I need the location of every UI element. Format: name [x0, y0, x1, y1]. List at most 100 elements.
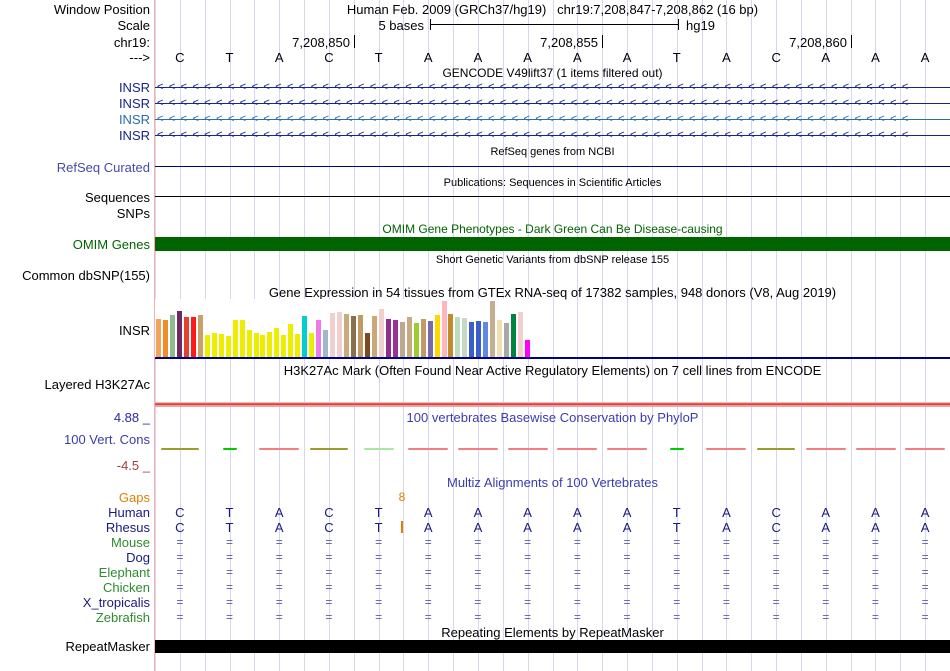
- dbsnp-track-label[interactable]: Common dbSNP(155): [22, 268, 150, 283]
- gtex-bar[interactable]: [442, 301, 447, 357]
- gtex-bar[interactable]: [302, 316, 307, 357]
- snps-track-label[interactable]: SNPs: [117, 206, 150, 221]
- multiz-species-label-rhesus[interactable]: Rhesus: [106, 520, 150, 535]
- sequences-line[interactable]: [155, 196, 950, 197]
- gtex-bar[interactable]: [260, 335, 265, 357]
- reference-base: A: [453, 50, 503, 65]
- multiz-gap-mark: =: [354, 580, 404, 595]
- gtex-bar[interactable]: [428, 321, 433, 357]
- repeatmasker-element-bar[interactable]: [155, 640, 950, 653]
- multiz-species-label-dog[interactable]: Dog: [126, 550, 150, 565]
- gtex-bar[interactable]: [407, 317, 412, 357]
- gtex-bar[interactable]: [337, 312, 342, 357]
- gtex-bar[interactable]: [330, 313, 335, 357]
- multiz-aligned-base: A: [801, 505, 851, 520]
- gencode-gene-label[interactable]: INSR: [119, 128, 150, 143]
- gtex-bar[interactable]: [414, 323, 419, 357]
- multiz-aligned-base: A: [553, 520, 603, 535]
- gtex-bar[interactable]: [267, 332, 272, 357]
- multiz-aligned-base: A: [702, 520, 752, 535]
- gtex-bar[interactable]: [351, 316, 356, 357]
- gtex-bar[interactable]: [462, 318, 467, 357]
- gencode-gene-row[interactable]: <<<<<<<<<<<<<<<<<<<<<<<<<<<<<<<<<<<<<<<<…: [155, 128, 950, 143]
- gtex-bar[interactable]: [156, 319, 161, 357]
- gtex-bar[interactable]: [483, 322, 488, 357]
- multiz-gap-mark: =: [304, 565, 354, 580]
- gtex-bar[interactable]: [358, 315, 363, 357]
- multiz-species-label-mouse[interactable]: Mouse: [111, 535, 150, 550]
- multiz-gaps-label[interactable]: Gaps: [119, 490, 150, 505]
- gtex-bar[interactable]: [372, 316, 377, 357]
- sequences-track-label[interactable]: Sequences: [85, 190, 150, 205]
- gtex-bar[interactable]: [247, 330, 252, 357]
- phylop-track-label[interactable]: 100 Vert. Cons: [64, 432, 150, 447]
- gtex-bar[interactable]: [400, 322, 405, 357]
- gtex-bar[interactable]: [525, 340, 530, 357]
- gtex-bar[interactable]: [365, 333, 370, 357]
- gtex-bar[interactable]: [288, 324, 293, 357]
- omim-track-title: OMIM Gene Phenotypes - Dark Green Can Be…: [155, 222, 950, 237]
- gtex-bar[interactable]: [163, 320, 168, 357]
- repeatmasker-track-label[interactable]: RepeatMasker: [65, 639, 150, 654]
- gtex-bar[interactable]: [497, 320, 502, 357]
- multiz-gap-mark: =: [453, 565, 503, 580]
- gtex-bar[interactable]: [212, 333, 217, 357]
- h3k27ac-signal-band[interactable]: [155, 402, 950, 407]
- multiz-species-label-chicken[interactable]: Chicken: [103, 580, 150, 595]
- gtex-bar[interactable]: [219, 334, 224, 357]
- gtex-bar[interactable]: [323, 330, 328, 357]
- multiz-species-label-x_tropicalis[interactable]: X_tropicalis: [83, 595, 150, 610]
- refseq-gene-line[interactable]: [155, 166, 950, 167]
- gtex-bar[interactable]: [205, 335, 210, 357]
- gencode-gene-label[interactable]: INSR: [119, 96, 150, 111]
- gtex-bar[interactable]: [240, 320, 245, 357]
- gtex-bar[interactable]: [184, 317, 189, 357]
- gtex-bar[interactable]: [421, 319, 426, 357]
- gencode-gene-row[interactable]: <<<<<<<<<<<<<<<<<<<<<<<<<<<<<<<<<<<<<<<<…: [155, 80, 950, 95]
- omim-genes-track-label[interactable]: OMIM Genes: [73, 237, 150, 252]
- refseq-track-title: RefSeq genes from NCBI: [155, 145, 950, 160]
- gtex-bar[interactable]: [455, 317, 460, 357]
- gtex-bar[interactable]: [511, 314, 516, 357]
- gtex-bar[interactable]: [435, 315, 440, 357]
- gtex-bar[interactable]: [490, 301, 495, 357]
- gtex-bar[interactable]: [226, 336, 231, 357]
- gtex-bar[interactable]: [504, 323, 509, 357]
- gencode-gene-row[interactable]: <<<<<<<<<<<<<<<<<<<<<<<<<<<<<<<<<<<<<<<<…: [155, 112, 950, 127]
- gencode-gene-row[interactable]: <<<<<<<<<<<<<<<<<<<<<<<<<<<<<<<<<<<<<<<<…: [155, 96, 950, 111]
- reference-base: A: [900, 50, 950, 65]
- gtex-bar[interactable]: [386, 319, 391, 357]
- multiz-gap-mark: =: [403, 610, 453, 625]
- multiz-species-label-elephant[interactable]: Elephant: [99, 565, 150, 580]
- gtex-bar[interactable]: [316, 320, 321, 357]
- gtex-bar[interactable]: [170, 315, 175, 357]
- refseq-curated-track-label[interactable]: RefSeq Curated: [57, 160, 150, 175]
- gtex-bar[interactable]: [393, 320, 398, 357]
- gencode-gene-label[interactable]: INSR: [119, 80, 150, 95]
- gtex-bar[interactable]: [177, 311, 182, 357]
- gencode-gene-label[interactable]: INSR: [119, 112, 150, 127]
- gtex-bar[interactable]: [198, 315, 203, 357]
- gtex-bar[interactable]: [379, 309, 384, 357]
- gtex-gene-label[interactable]: INSR: [119, 323, 150, 338]
- multiz-species-label-zebrafish[interactable]: Zebrafish: [96, 610, 150, 625]
- multiz-species-label-human[interactable]: Human: [108, 505, 150, 520]
- gtex-bar[interactable]: [448, 314, 453, 357]
- gtex-bar[interactable]: [274, 328, 279, 357]
- gtex-bar[interactable]: [309, 333, 314, 357]
- gtex-bar[interactable]: [191, 317, 196, 357]
- gtex-bar[interactable]: [476, 321, 481, 357]
- h3k27ac-track-label[interactable]: Layered H3K27Ac: [44, 377, 150, 392]
- omim-gene-bar[interactable]: [155, 237, 950, 251]
- gtex-bar[interactable]: [518, 312, 523, 357]
- gtex-bar[interactable]: [344, 314, 349, 357]
- gtex-bar[interactable]: [469, 322, 474, 357]
- gtex-bar[interactable]: [295, 334, 300, 357]
- reference-base: A: [254, 50, 304, 65]
- gtex-bar[interactable]: [281, 335, 286, 357]
- gtex-bar[interactable]: [233, 320, 238, 357]
- phylop-tick: [223, 448, 237, 450]
- reference-base: A: [403, 50, 453, 65]
- gtex-bar[interactable]: [254, 333, 259, 357]
- multiz-gap-mark: =: [751, 535, 801, 550]
